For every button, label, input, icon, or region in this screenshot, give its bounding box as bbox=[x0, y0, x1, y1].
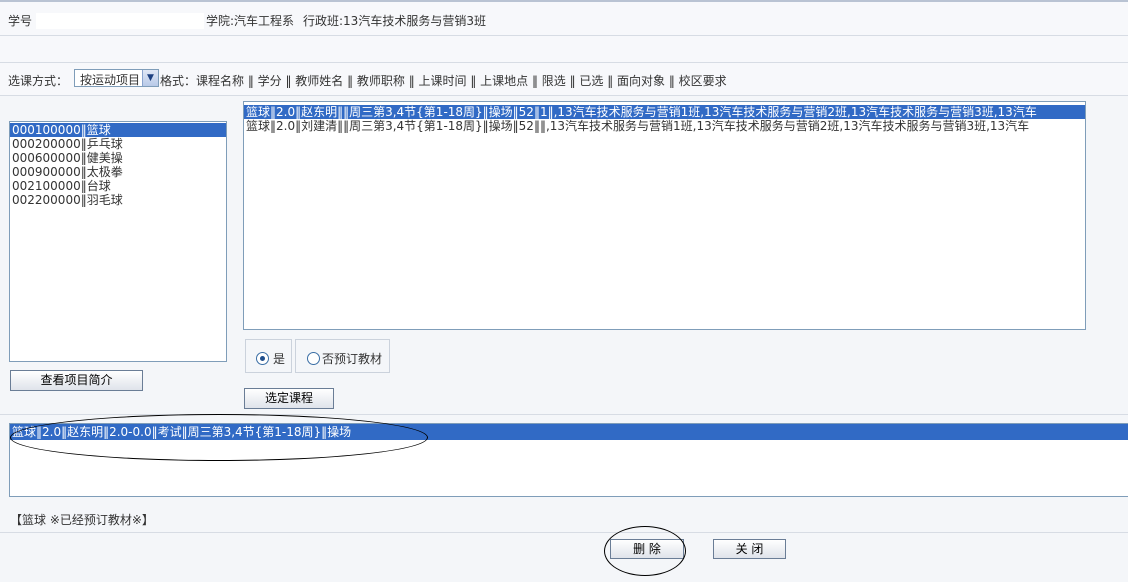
radio-unchecked-icon[interactable] bbox=[307, 352, 320, 365]
sport-item[interactable]: 000900000‖太极拳 bbox=[10, 165, 226, 179]
radio-checked-icon[interactable] bbox=[256, 352, 269, 365]
sport-list[interactable]: 000100000‖篮球 000200000‖乒乓球 000600000‖健美操… bbox=[9, 121, 227, 362]
format-hint: 格式：课程名称 ‖ 学分 ‖ 教师姓名 ‖ 教师职称 ‖ 上课时间 ‖ 上课地点… bbox=[160, 74, 727, 88]
chevron-down-icon[interactable]: ▼ bbox=[142, 70, 158, 86]
sport-item[interactable]: 002200000‖羽毛球 bbox=[10, 193, 226, 207]
annotation-oval-delete bbox=[604, 526, 686, 576]
student-info-bar: 学号 学院:汽车工程系 行政班:13汽车技术服务与营销3班 bbox=[0, 2, 1128, 36]
course-list[interactable]: 篮球‖2.0‖赵东明‖‖周三第3,4节{第1-18周}‖操场‖52‖1‖,13汽… bbox=[243, 101, 1086, 330]
textbook-no-option[interactable]: 否预订教材 bbox=[295, 339, 390, 373]
method-label: 选课方式： bbox=[8, 74, 69, 88]
student-id-label: 学号 bbox=[8, 14, 33, 28]
view-intro-button[interactable]: 查看项目简介 bbox=[10, 370, 143, 391]
class-label: 行政班:13汽车技术服务与营销3班 bbox=[303, 14, 486, 28]
textbook-yes-label: 是 bbox=[273, 352, 286, 366]
sport-item[interactable]: 000100000‖篮球 bbox=[10, 123, 226, 137]
status-note: 【篮球 ※已经预订教材※】 bbox=[10, 513, 154, 527]
select-course-button[interactable]: 选定课程 bbox=[244, 388, 334, 409]
method-select-value: 按运动项目 bbox=[80, 73, 141, 87]
textbook-yes-option[interactable]: 是 bbox=[245, 339, 292, 373]
sport-item[interactable]: 000200000‖乒乓球 bbox=[10, 137, 226, 151]
sport-item[interactable]: 000600000‖健美操 bbox=[10, 151, 226, 165]
student-id-value bbox=[36, 13, 204, 29]
close-button[interactable]: 关 闭 bbox=[713, 539, 786, 559]
textbook-no-label: 否预订教材 bbox=[322, 352, 383, 366]
college-label: 学院:汽车工程系 bbox=[206, 14, 295, 28]
annotation-oval-course bbox=[10, 414, 428, 461]
sport-item[interactable]: 002100000‖台球 bbox=[10, 179, 226, 193]
course-item[interactable]: 篮球‖2.0‖赵东明‖‖周三第3,4节{第1-18周}‖操场‖52‖1‖,13汽… bbox=[244, 105, 1085, 119]
action-bar bbox=[0, 532, 1128, 582]
blank-row bbox=[0, 36, 1128, 63]
course-item[interactable]: 篮球‖2.0‖刘建清‖‖周三第3,4节{第1-18周}‖操场‖52‖‖,13汽车… bbox=[244, 119, 1085, 133]
method-select[interactable]: 按运动项目 ▼ bbox=[74, 69, 159, 87]
